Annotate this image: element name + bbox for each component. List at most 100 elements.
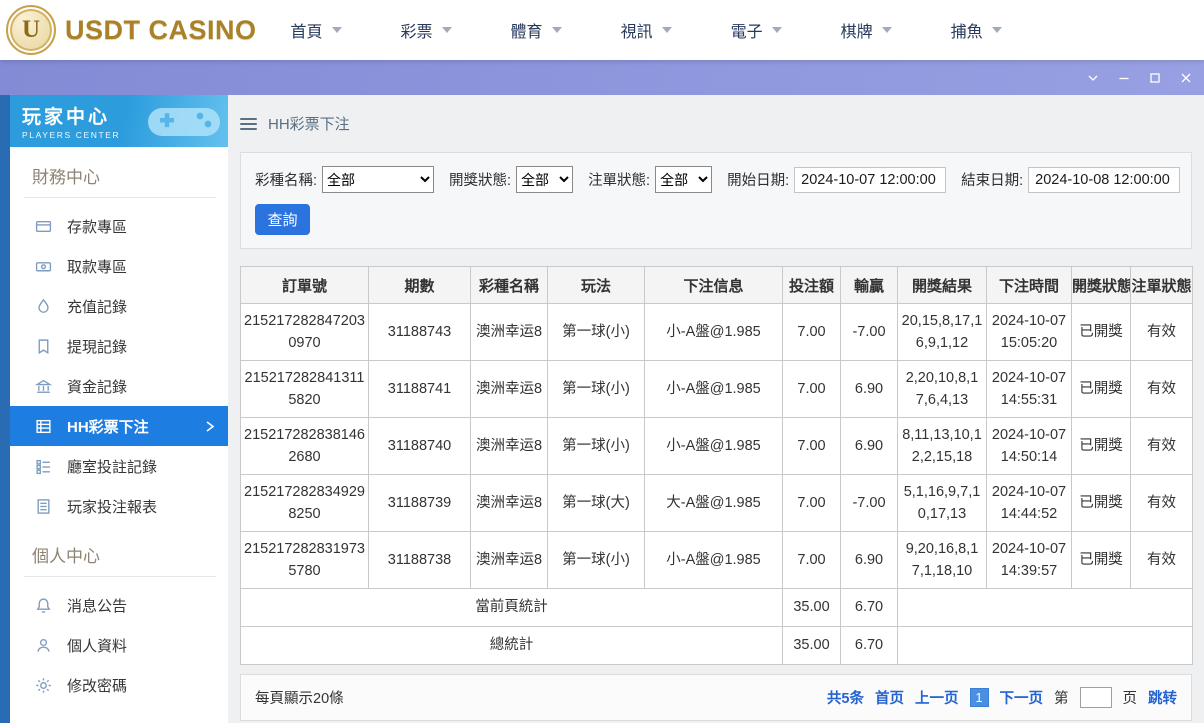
page-summary-row: 當前頁統計 35.00 6.70 bbox=[240, 588, 1193, 627]
collapse-button[interactable] bbox=[1086, 71, 1099, 84]
total-summary-winloss: 6.70 bbox=[840, 626, 898, 665]
cell-draw-result: 8,11,13,10,12,2,15,18 bbox=[897, 417, 987, 475]
search-button[interactable]: 查詢 bbox=[255, 204, 310, 235]
minimize-button[interactable] bbox=[1117, 71, 1130, 84]
chevron-down-icon bbox=[441, 27, 452, 33]
draw-status-label: 開獎狀態: bbox=[449, 173, 512, 189]
sidebar-item-room-bet-record[interactable]: 廳室投註記錄 bbox=[10, 446, 228, 486]
first-page-link[interactable]: 首页 bbox=[875, 687, 904, 708]
jump-label-prefix: 第 bbox=[1054, 691, 1069, 707]
sidebar-item-profile[interactable]: 個人資料 bbox=[10, 625, 228, 665]
cell-order-number: 2152172828319735780 bbox=[240, 531, 369, 589]
droplet-icon bbox=[35, 298, 52, 315]
table-row: 2152172828413115820 31188741 澳洲幸运8 第一球(小… bbox=[240, 360, 1193, 418]
sidebar-item-player-bet-report[interactable]: 玩家投注報表 bbox=[10, 486, 228, 526]
sidebar-item-label: 資金記錄 bbox=[67, 378, 128, 396]
cell-draw-result: 5,1,16,9,7,10,17,13 bbox=[897, 474, 987, 532]
cell-lottery-name: 澳洲幸运8 bbox=[470, 474, 548, 532]
cell-bet-info: 小-A盤@1.985 bbox=[644, 303, 783, 361]
sidebar-item-funds-record[interactable]: 資金記錄 bbox=[10, 366, 228, 406]
sidebar-item-label: 修改密碼 bbox=[67, 677, 128, 695]
sidebar-item-hh-lottery-bets[interactable]: HH彩票下注 bbox=[10, 406, 228, 446]
nav-item-home[interactable]: 首頁 bbox=[291, 18, 342, 42]
chevron-down-icon bbox=[771, 27, 782, 33]
jump-go-link[interactable]: 跳转 bbox=[1148, 687, 1177, 708]
section-personal-center: 個人中心 bbox=[24, 535, 216, 577]
page-jump-input[interactable] bbox=[1079, 687, 1112, 708]
lottery-name-select[interactable]: 全部 bbox=[322, 166, 435, 193]
next-page-link[interactable]: 下一页 bbox=[1000, 687, 1044, 708]
cell-win-loss: -7.00 bbox=[840, 474, 898, 532]
draw-status-select[interactable]: 全部 bbox=[516, 166, 574, 193]
workspace: 玩家中心 PLAYERS CENTER 財務中心 存款專區 取款專區 充值記錄 … bbox=[0, 95, 1204, 723]
minimize-icon bbox=[1119, 77, 1128, 79]
main-menu: 首頁 彩票 體育 視訊 電子 棋牌 捕魚 bbox=[291, 18, 1002, 42]
nav-item-live[interactable]: 視訊 bbox=[621, 18, 672, 42]
prev-page-link[interactable]: 上一页 bbox=[915, 687, 959, 708]
order-status-select[interactable]: 全部 bbox=[655, 166, 713, 193]
nav-item-lottery[interactable]: 彩票 bbox=[401, 18, 452, 42]
table-row: 2152172828349298250 31188739 澳洲幸运8 第一球(大… bbox=[240, 474, 1193, 532]
cell-bet-time: 2024-10-07 14:44:52 bbox=[986, 474, 1072, 532]
banknote-icon bbox=[35, 258, 52, 275]
sidebar: 玩家中心 PLAYERS CENTER 財務中心 存款專區 取款專區 充值記錄 … bbox=[10, 95, 228, 723]
table-row: 2152172828381462680 31188740 澳洲幸运8 第一球(小… bbox=[240, 417, 1193, 475]
total-summary-amount: 35.00 bbox=[782, 626, 841, 665]
column-header-period: 期數 bbox=[368, 266, 471, 304]
chevron-down-icon bbox=[551, 27, 562, 33]
column-header-lottery-name: 彩種名稱 bbox=[470, 266, 548, 304]
cell-bet-info: 小-A盤@1.985 bbox=[644, 417, 783, 475]
cell-bet-time: 2024-10-07 15:05:20 bbox=[986, 303, 1072, 361]
hamburger-menu-icon[interactable] bbox=[240, 117, 257, 130]
start-date-input[interactable] bbox=[794, 166, 947, 193]
cell-order-status: 有效 bbox=[1130, 474, 1193, 532]
nav-item-slots[interactable]: 電子 bbox=[731, 18, 782, 42]
cell-order-status: 有效 bbox=[1130, 360, 1193, 418]
nav-item-sports[interactable]: 體育 bbox=[511, 18, 562, 42]
sidebar-item-deposit[interactable]: 存款專區 bbox=[10, 206, 228, 246]
filter-panel: 彩種名稱: 全部 開獎狀態: 全部 注單狀態: 全部 開始日期: 2024-10… bbox=[240, 152, 1192, 249]
sidebar-header: 玩家中心 PLAYERS CENTER bbox=[10, 95, 228, 147]
end-date-input[interactable] bbox=[1028, 166, 1181, 193]
close-icon bbox=[1181, 73, 1190, 82]
site-logo[interactable]: U USDT CASINO bbox=[0, 5, 257, 55]
nav-item-cards[interactable]: 棋牌 bbox=[841, 18, 892, 42]
cell-period: 31188739 bbox=[368, 474, 471, 532]
nav-item-label: 視訊 bbox=[620, 24, 653, 41]
current-page-indicator: 1 bbox=[969, 688, 989, 707]
chevron-down-icon bbox=[1088, 75, 1097, 81]
page-summary-label: 當前頁統計 bbox=[240, 588, 783, 627]
cell-play-type: 第一球(小) bbox=[547, 417, 645, 475]
table-footer: 每頁顯示20條 共5条 首页 上一页 1 下一页 第 页 跳转 bbox=[240, 674, 1192, 721]
sidebar-item-announcements[interactable]: 消息公告 bbox=[10, 585, 228, 625]
nav-item-fishing[interactable]: 捕魚 bbox=[951, 18, 1002, 42]
cell-draw-result: 9,20,16,8,17,1,18,10 bbox=[897, 531, 987, 589]
sidebar-item-recharge-record[interactable]: 充值記錄 bbox=[10, 286, 228, 326]
filter-row: 彩種名稱: 全部 開獎狀態: 全部 注單狀態: 全部 開始日期: 2024-10… bbox=[255, 166, 1181, 193]
sidebar-item-withdraw[interactable]: 取款專區 bbox=[10, 246, 228, 286]
sidebar-item-withdrawal-record[interactable]: 提現記錄 bbox=[10, 326, 228, 366]
end-date-label: 結束日期: bbox=[961, 173, 1024, 189]
column-header-bet-time: 下注時間 bbox=[986, 266, 1072, 304]
cell-draw-status: 已開獎 bbox=[1071, 417, 1131, 475]
sidebar-item-label: 存款專區 bbox=[67, 218, 128, 236]
sidebar-item-label: 廳室投註記錄 bbox=[67, 458, 158, 476]
maximize-button[interactable] bbox=[1148, 71, 1161, 84]
pagination: 共5条 首页 上一页 1 下一页 第 页 跳转 bbox=[827, 687, 1177, 708]
cell-order-number: 2152172828349298250 bbox=[240, 474, 369, 532]
start-date-label: 開始日期: bbox=[727, 173, 790, 189]
nav-item-label: 捕魚 bbox=[950, 24, 983, 41]
cell-play-type: 第一球(小) bbox=[547, 303, 645, 361]
cell-draw-status: 已開獎 bbox=[1071, 360, 1131, 418]
cell-bet-amount: 7.00 bbox=[782, 474, 841, 532]
page-summary-empty bbox=[897, 588, 1193, 627]
cell-draw-status: 已開獎 bbox=[1071, 474, 1131, 532]
checklist-icon bbox=[35, 458, 52, 475]
cell-bet-time: 2024-10-07 14:50:14 bbox=[986, 417, 1072, 475]
cell-draw-result: 20,15,8,17,16,9,1,12 bbox=[897, 303, 987, 361]
close-button[interactable] bbox=[1179, 71, 1192, 84]
cell-win-loss: 6.90 bbox=[840, 531, 898, 589]
maximize-icon bbox=[1149, 72, 1160, 83]
sidebar-item-change-password[interactable]: 修改密碼 bbox=[10, 665, 228, 705]
column-header-order-number: 訂單號 bbox=[240, 266, 369, 304]
